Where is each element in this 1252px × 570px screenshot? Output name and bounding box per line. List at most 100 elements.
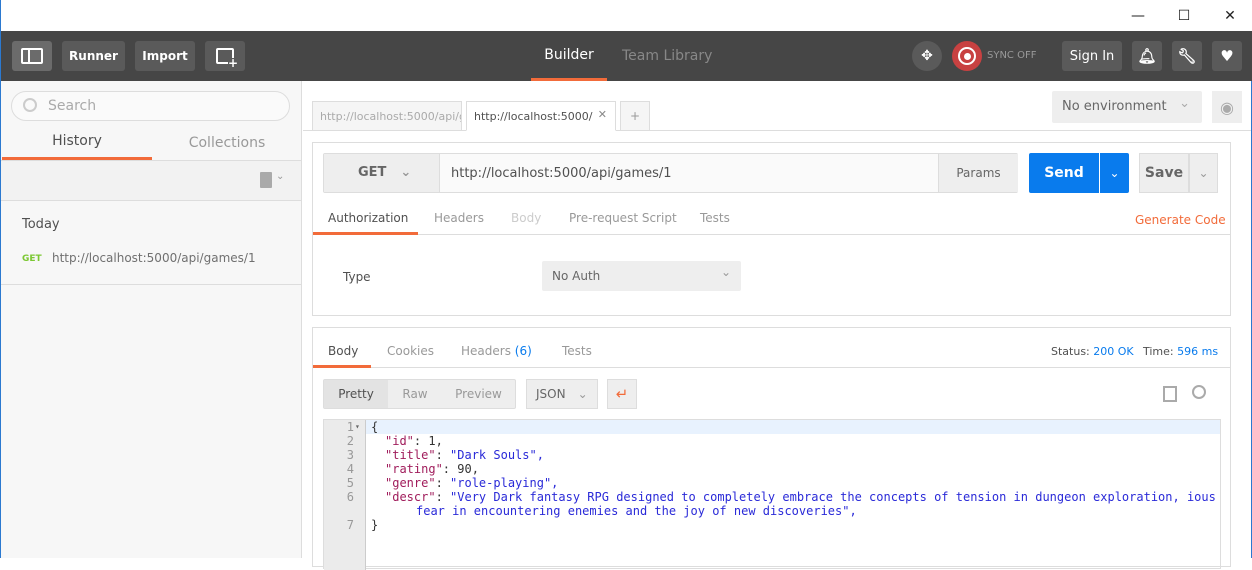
- pretty-button[interactable]: Pretty: [324, 380, 388, 408]
- request-tab[interactable]: http://localhost:5000/api/ga: [312, 101, 462, 131]
- save-options-chevron-icon[interactable]: ⌄: [1189, 153, 1218, 193]
- tab-collections[interactable]: Collections: [152, 125, 302, 160]
- send-button[interactable]: Send: [1029, 153, 1099, 193]
- search-input[interactable]: Search: [11, 91, 290, 121]
- new-window-icon: +: [216, 48, 238, 69]
- auth-type-select[interactable]: No Auth ⌄: [542, 261, 741, 291]
- status-readout: Status: 200 OK: [1051, 345, 1134, 358]
- fold-icon[interactable]: ▾: [355, 420, 360, 434]
- close-button[interactable]: ✕: [1207, 0, 1252, 31]
- auth-type-value: No Auth: [552, 269, 601, 283]
- sync-status: SYNC OFF: [987, 50, 1037, 61]
- code-line: 6 "descr": "Very Dark fantasy RPG designe…: [324, 490, 1220, 504]
- brace: }: [371, 518, 379, 532]
- environment-value: No environment: [1062, 99, 1167, 114]
- tab-cookies[interactable]: Cookies: [387, 344, 434, 358]
- tab-response-body[interactable]: Body: [313, 336, 371, 368]
- json-key: "genre": [385, 476, 436, 490]
- json-pair: "rating": 90,: [385, 462, 479, 476]
- send-options-chevron-icon[interactable]: ⌄: [1100, 153, 1129, 193]
- brace: {: [371, 420, 379, 434]
- environment-select[interactable]: No environment ⌄: [1052, 91, 1202, 123]
- request-panel: GET ⌄ http://localhost:5000/api/games/1 P…: [312, 142, 1231, 316]
- headers-count: (6): [514, 344, 532, 358]
- view-mode-group: Pretty Raw Preview: [323, 379, 516, 409]
- code-line: 5 "genre": "role-playing",: [324, 476, 1220, 490]
- sync-icon[interactable]: [952, 41, 982, 71]
- tab-response-tests[interactable]: Tests: [562, 344, 592, 358]
- raw-button[interactable]: Raw: [388, 380, 442, 408]
- chevron-down-icon[interactable]: ⌄: [276, 171, 284, 182]
- json-value: "role-playing",: [450, 476, 559, 490]
- search-icon: [23, 98, 37, 112]
- sign-in-button[interactable]: Sign In: [1062, 41, 1122, 71]
- eye-icon[interactable]: ◉: [1212, 91, 1242, 123]
- json-value: 90,: [457, 462, 479, 476]
- url-bar: GET ⌄ http://localhost:5000/api/games/1 P…: [323, 153, 1018, 193]
- line-number: 5: [346, 476, 354, 490]
- time-value: 596 ms: [1177, 345, 1219, 358]
- json-string: fear in encountering enemies and the joy…: [416, 504, 857, 518]
- code-line: 1 ▾ {: [324, 420, 1220, 434]
- tab-authorization[interactable]: Authorization: [313, 203, 418, 235]
- json-key: "title": [385, 448, 436, 462]
- line-number: 7: [346, 518, 354, 532]
- json-value: "Very Dark fantasy RPG designed to compl…: [450, 490, 1216, 504]
- bell-icon[interactable]: 🔔︎: [1132, 41, 1162, 71]
- history-url: http://localhost:5000/api/games/1: [52, 251, 256, 265]
- code-line: 7}: [324, 518, 1220, 532]
- code-line: 4 "rating": 90,: [324, 462, 1220, 476]
- json-pair: "genre": "role-playing",: [385, 476, 559, 490]
- method-select[interactable]: GET ⌄: [324, 154, 440, 192]
- tab-headers[interactable]: Headers: [434, 211, 484, 225]
- json-value: "Dark Souls",: [450, 448, 544, 462]
- app-header: Runner Import + Builder Team Library ✥ S…: [1, 31, 1252, 81]
- tab-team-library[interactable]: Team Library: [622, 31, 712, 81]
- tab-response-headers[interactable]: Headers (6): [461, 344, 532, 358]
- close-tab-icon[interactable]: ✕: [598, 108, 607, 121]
- json-value: 1,: [428, 434, 443, 448]
- heart-icon[interactable]: ♥: [1212, 41, 1242, 71]
- status-value: 200 OK: [1093, 345, 1134, 358]
- tab-pre-request-script[interactable]: Pre-request Script: [569, 211, 677, 225]
- search-icon[interactable]: [1192, 385, 1206, 399]
- title-bar: — ☐ ✕: [1, 0, 1252, 31]
- trash-icon[interactable]: [260, 172, 272, 188]
- json-pair: "descr": "Very Dark fantasy RPG designed…: [385, 490, 1216, 504]
- tab-body[interactable]: Body: [511, 211, 541, 225]
- wrap-lines-icon[interactable]: ↵: [607, 379, 637, 409]
- format-select[interactable]: JSON ⌄: [526, 379, 598, 409]
- url-input[interactable]: http://localhost:5000/api/games/1: [451, 166, 672, 181]
- maximize-button[interactable]: ☐: [1161, 0, 1207, 31]
- minimize-button[interactable]: —: [1115, 0, 1161, 31]
- interceptor-icon[interactable]: ✥: [912, 41, 942, 71]
- code-line: fear in encountering enemies and the joy…: [324, 504, 1220, 518]
- chevron-down-icon: ⌄: [1179, 96, 1190, 111]
- history-item[interactable]: GET http://localhost:5000/api/games/1: [1, 245, 301, 285]
- params-button[interactable]: Params: [938, 154, 1018, 192]
- tab-history[interactable]: History: [2, 125, 152, 160]
- new-tab-button[interactable]: +: [620, 101, 650, 131]
- new-window-button[interactable]: +: [205, 41, 245, 71]
- tab-tests[interactable]: Tests: [700, 211, 730, 225]
- copy-icon[interactable]: [1163, 386, 1177, 402]
- method-value: GET: [358, 165, 387, 180]
- request-tabs: Authorization Headers Body Pre-request S…: [313, 203, 1230, 235]
- tab-builder[interactable]: Builder: [531, 31, 607, 81]
- json-key: "rating": [385, 462, 443, 476]
- save-button[interactable]: Save: [1139, 153, 1189, 193]
- response-body-editor[interactable]: 1 ▾ {2 "id": 1, 3 "title": "Dark Souls", 4 "rat…: [323, 419, 1221, 570]
- line-number: 6: [346, 490, 354, 504]
- chevron-down-icon: ⌄: [720, 265, 731, 279]
- generate-code-link[interactable]: Generate Code: [1135, 213, 1226, 227]
- line-number: 4: [346, 462, 354, 476]
- preview-button[interactable]: Preview: [442, 380, 515, 408]
- runner-button[interactable]: Runner: [62, 41, 125, 71]
- request-tab-active[interactable]: http://localhost:5000/ ✕: [466, 101, 616, 131]
- json-key: "id": [385, 434, 414, 448]
- wrench-icon[interactable]: 🔧︎: [1172, 41, 1202, 71]
- time-label: Time:: [1143, 345, 1174, 358]
- sidebar-toggle-button[interactable]: [12, 41, 52, 71]
- import-button[interactable]: Import: [135, 41, 195, 71]
- status-label: Status:: [1051, 345, 1090, 358]
